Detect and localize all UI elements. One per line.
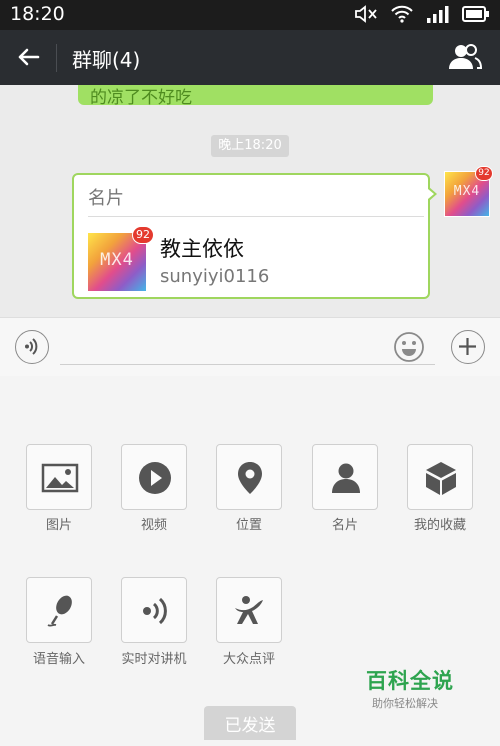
image-icon bbox=[41, 463, 79, 493]
group-contacts-icon[interactable] bbox=[448, 42, 482, 72]
attach-walkie-talkie-label: 实时对讲机 bbox=[121, 652, 187, 667]
attach-walkie-talkie-button[interactable] bbox=[121, 577, 187, 643]
watermark-title: 百科全说 bbox=[366, 669, 454, 693]
header-divider bbox=[56, 44, 57, 72]
favorites-icon bbox=[426, 462, 456, 495]
self-avatar[interactable]: MX4 92 bbox=[444, 166, 493, 217]
mx4-avatar-text: MX4 bbox=[453, 184, 481, 200]
voice-icon bbox=[25, 338, 38, 355]
location-icon bbox=[238, 462, 262, 494]
attach-location-label: 位置 bbox=[235, 518, 262, 533]
message-input-bar bbox=[0, 317, 500, 377]
attach-voice-input-button[interactable] bbox=[26, 577, 92, 643]
status-icons bbox=[354, 4, 490, 24]
emoji-icon[interactable] bbox=[393, 331, 425, 363]
bubble-tail-inner bbox=[428, 189, 434, 199]
voice-button[interactable] bbox=[15, 330, 49, 364]
dianping-icon bbox=[235, 596, 263, 624]
attach-video-button[interactable] bbox=[121, 444, 187, 510]
baike-watermark: 百科全说 助你轻松解决 bbox=[366, 665, 454, 711]
sent-toast: 已发送 bbox=[204, 706, 296, 740]
chat-area[interactable]: 的凉了不好吃 晚上18:20 名片 MX4 92 教主依依 sunyiyi011… bbox=[0, 85, 500, 317]
attach-dianping-label: 大众点评 bbox=[222, 652, 275, 667]
signal-icon bbox=[427, 6, 449, 23]
card-header-label: 名片 bbox=[88, 188, 124, 209]
card-contact-id: sunyiyi0116 bbox=[160, 266, 270, 287]
message-text-input[interactable] bbox=[60, 364, 435, 365]
contact-card-icon bbox=[332, 463, 360, 493]
card-contact-avatar: MX4 92 bbox=[88, 226, 154, 291]
card-divider bbox=[88, 216, 424, 217]
attach-image-button[interactable] bbox=[26, 444, 92, 510]
message-timestamp: 晚上18:20 bbox=[211, 135, 289, 157]
watermark-subtitle: 助你轻松解决 bbox=[372, 697, 438, 710]
avatar-badge: 92 bbox=[132, 226, 154, 244]
attach-favorites-button[interactable] bbox=[407, 444, 473, 510]
back-arrow-icon[interactable] bbox=[14, 42, 44, 72]
mx4-avatar-text: MX4 bbox=[100, 250, 134, 271]
attach-video-label: 视频 bbox=[140, 518, 167, 533]
video-icon bbox=[139, 462, 171, 494]
attach-location-button[interactable] bbox=[216, 444, 282, 510]
attach-dianping-button[interactable] bbox=[216, 577, 282, 643]
plus-icon bbox=[459, 338, 476, 355]
avatar-badge: 92 bbox=[475, 166, 493, 181]
walkie-talkie-icon bbox=[143, 597, 167, 625]
battery-icon bbox=[462, 6, 489, 22]
contact-card-message[interactable]: 名片 MX4 92 教主依依 sunyiyi0116 bbox=[72, 173, 437, 299]
attach-contact-card-button[interactable] bbox=[312, 444, 378, 510]
mute-icon bbox=[355, 5, 377, 23]
attach-contact-card-label: 名片 bbox=[331, 518, 358, 533]
wifi-icon bbox=[391, 5, 413, 23]
plus-button[interactable] bbox=[451, 330, 485, 364]
chat-header: 群聊(4) bbox=[0, 30, 500, 85]
attach-favorites-label: 我的收藏 bbox=[413, 518, 466, 533]
previous-message-text: 的凉了不好吃 bbox=[90, 88, 192, 108]
status-bar: 18:20 bbox=[0, 0, 500, 30]
attach-voice-input-label: 语音输入 bbox=[32, 652, 85, 667]
attach-image-label: 图片 bbox=[45, 518, 72, 533]
previous-message-bubble[interactable]: 的凉了不好吃 bbox=[78, 85, 433, 108]
microphone-icon bbox=[47, 595, 72, 627]
chat-title: 群聊(4) bbox=[72, 48, 141, 72]
status-time: 18:20 bbox=[10, 3, 65, 25]
card-contact-name: 教主依依 bbox=[160, 237, 244, 261]
